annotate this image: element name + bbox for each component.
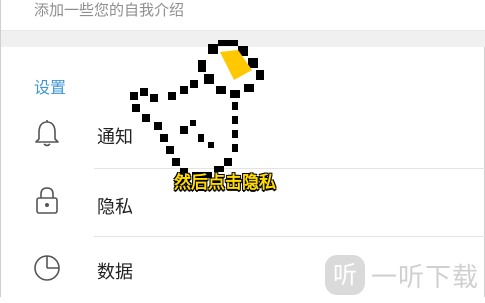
pie-chart-icon [34,255,60,281]
settings-section-title: 设置 [34,78,67,97]
settings-item-label: 数据 [97,262,133,283]
bio-placeholder: 添加一些您的自我介绍 [34,1,185,19]
tutorial-caption: 然后点击隐私 [174,173,276,193]
bell-icon [35,120,59,147]
bio-field-row[interactable]: 添加一些您的自我介绍 [1,0,485,31]
watermark-text: 一听下载 [371,263,480,293]
watermark: 听 一听下载 [325,253,485,297]
lock-icon [36,187,58,214]
watermark-badge: 听 [325,255,365,295]
